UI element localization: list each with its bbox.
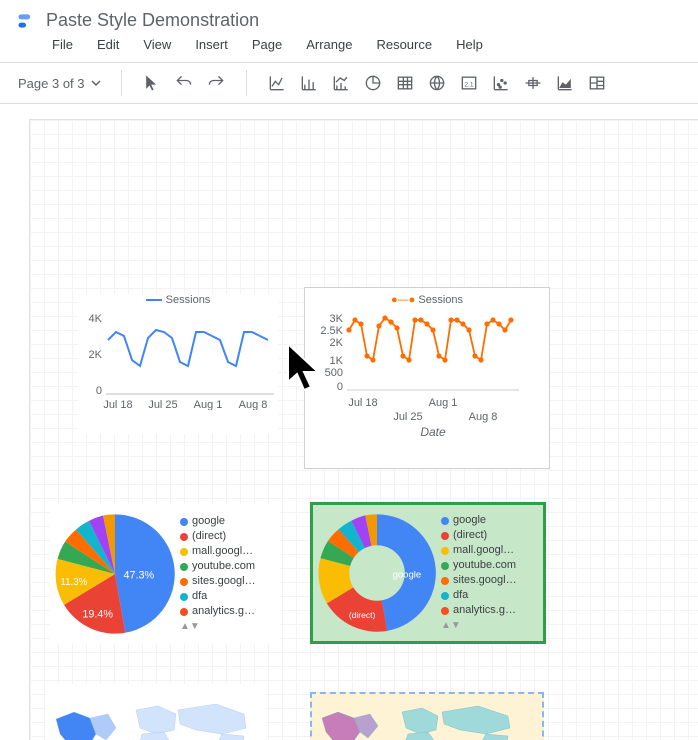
chart-geo-2[interactable]: 1 37,480 [310,692,544,740]
svg-text:google: google [392,569,421,580]
svg-text:47.3%: 47.3% [123,569,154,581]
svg-text:0: 0 [337,381,343,393]
pie-legend: google (direct) mall.googl… youtube.com … [180,514,256,634]
svg-text:500: 500 [325,367,343,379]
svg-text:Aug 1: Aug 1 [194,399,223,410]
pager-icon[interactable]: ▲▼ [180,619,256,634]
chart-geo-1[interactable]: 1 37,480 [46,684,266,740]
svg-text:Jul 25: Jul 25 [148,399,177,410]
area-chart-icon[interactable] [549,67,581,99]
treemap-icon[interactable] [581,67,613,99]
chart-time-series-1[interactable]: Sessions 4K 2K 0 Jul 18 Jul 25 Aug 1 Aug… [78,294,278,434]
pie-chart-icon[interactable] [357,67,389,99]
svg-text:2K: 2K [89,349,103,361]
menubar: File Edit View Insert Page Arrange Resou… [16,31,682,58]
svg-text:2.5K: 2.5K [320,325,343,337]
select-tool[interactable] [136,67,168,99]
menu-view[interactable]: View [143,37,171,52]
menu-page[interactable]: Page [252,37,282,52]
bar-chart-icon[interactable] [293,67,325,99]
scatter-chart-icon[interactable] [485,67,517,99]
svg-text:19.4%: 19.4% [82,608,113,620]
svg-text:Jul 18: Jul 18 [103,399,132,410]
chart-pie-2[interactable]: google (direct) google (direct) mall.goo… [310,502,546,644]
svg-text:Aug 8: Aug 8 [239,399,268,410]
svg-text:2K: 2K [330,337,344,349]
svg-text:Jul 25: Jul 25 [393,411,422,423]
chevron-down-icon [91,78,101,88]
combo-chart-icon[interactable] [325,67,357,99]
undo-button[interactable] [168,67,200,99]
menu-help[interactable]: Help [456,37,483,52]
redo-button[interactable] [200,67,232,99]
pager-icon[interactable]: ▲▼ [441,618,517,633]
chart-time-series-2[interactable]: ●—● Sessions 3K 2.5K 2K 1K 500 0 Jul 18 … [304,287,550,469]
menu-insert[interactable]: Insert [195,37,228,52]
doc-title[interactable]: Paste Style Demonstration [46,10,259,31]
svg-text:1K: 1K [330,355,344,367]
menu-edit[interactable]: Edit [97,37,119,52]
table-icon[interactable] [389,67,421,99]
scorecard-icon[interactable]: 2.1 [453,67,485,99]
svg-text:Aug 8: Aug 8 [469,411,498,423]
svg-text:4K: 4K [89,313,103,325]
svg-text:2.1: 2.1 [464,81,474,88]
menu-file[interactable]: File [52,37,73,52]
svg-text:(direct): (direct) [349,610,376,620]
bullet-chart-icon[interactable] [517,67,549,99]
svg-text:Date: Date [420,425,446,439]
line-chart-icon[interactable] [261,67,293,99]
svg-text:Jul 18: Jul 18 [348,397,377,409]
line-swatch-icon [146,299,162,301]
chart-pie-1[interactable]: 47.3% 19.4% 11.3% google (direct) mall.g… [50,504,280,644]
geo-chart-icon[interactable] [421,67,453,99]
page-selector[interactable]: Page 3 of 3 [12,76,107,91]
pie-legend-2: google (direct) mall.googl… youtube.com … [441,513,517,633]
app-logo [16,11,36,31]
svg-text:3K: 3K [330,313,344,325]
svg-text:11.3%: 11.3% [60,577,87,588]
svg-text:0: 0 [96,385,102,397]
menu-arrange[interactable]: Arrange [306,37,352,52]
svg-text:Aug 1: Aug 1 [429,397,458,409]
menu-resource[interactable]: Resource [376,37,432,52]
